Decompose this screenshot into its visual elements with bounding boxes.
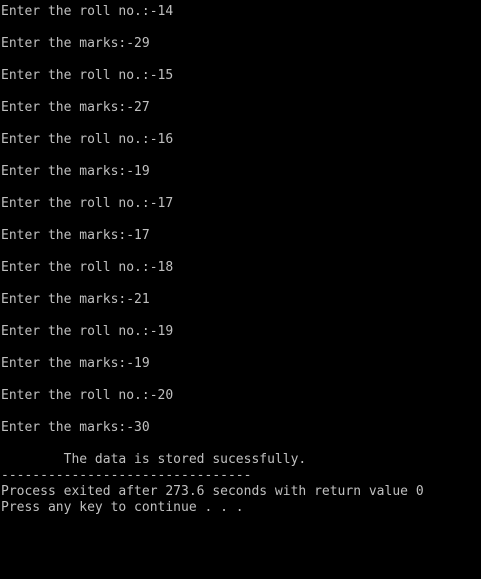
console-line: Enter the marks:-30	[1, 420, 150, 435]
console-line: Enter the roll no.:-14	[1, 4, 174, 19]
console-line: Enter the marks:-21	[1, 292, 150, 307]
console-line: Enter the roll no.:-18	[1, 260, 174, 275]
console-line: Enter the roll no.:-15	[1, 68, 174, 83]
console-line: Enter the roll no.:-17	[1, 196, 174, 211]
success-message: The data is stored sucessfully.	[1, 452, 307, 467]
separator-line: --------------------------------	[1, 468, 252, 483]
console-line: Enter the marks:-19	[1, 356, 150, 371]
process-exit-message: Process exited after 273.6 seconds with …	[1, 484, 424, 499]
console-line: Enter the marks:-19	[1, 164, 150, 179]
console-line: Enter the marks:-17	[1, 228, 150, 243]
console-line: Enter the roll no.:-16	[1, 132, 174, 147]
console-line: Enter the roll no.:-20	[1, 388, 174, 403]
console-window[interactable]: Enter the roll no.:-14 Enter the marks:-…	[0, 0, 481, 579]
press-any-key-prompt: Press any key to continue . . .	[1, 500, 244, 515]
console-line: Enter the marks:-29	[1, 36, 150, 51]
console-line: Enter the marks:-27	[1, 100, 150, 115]
console-line: Enter the roll no.:-19	[1, 324, 174, 339]
